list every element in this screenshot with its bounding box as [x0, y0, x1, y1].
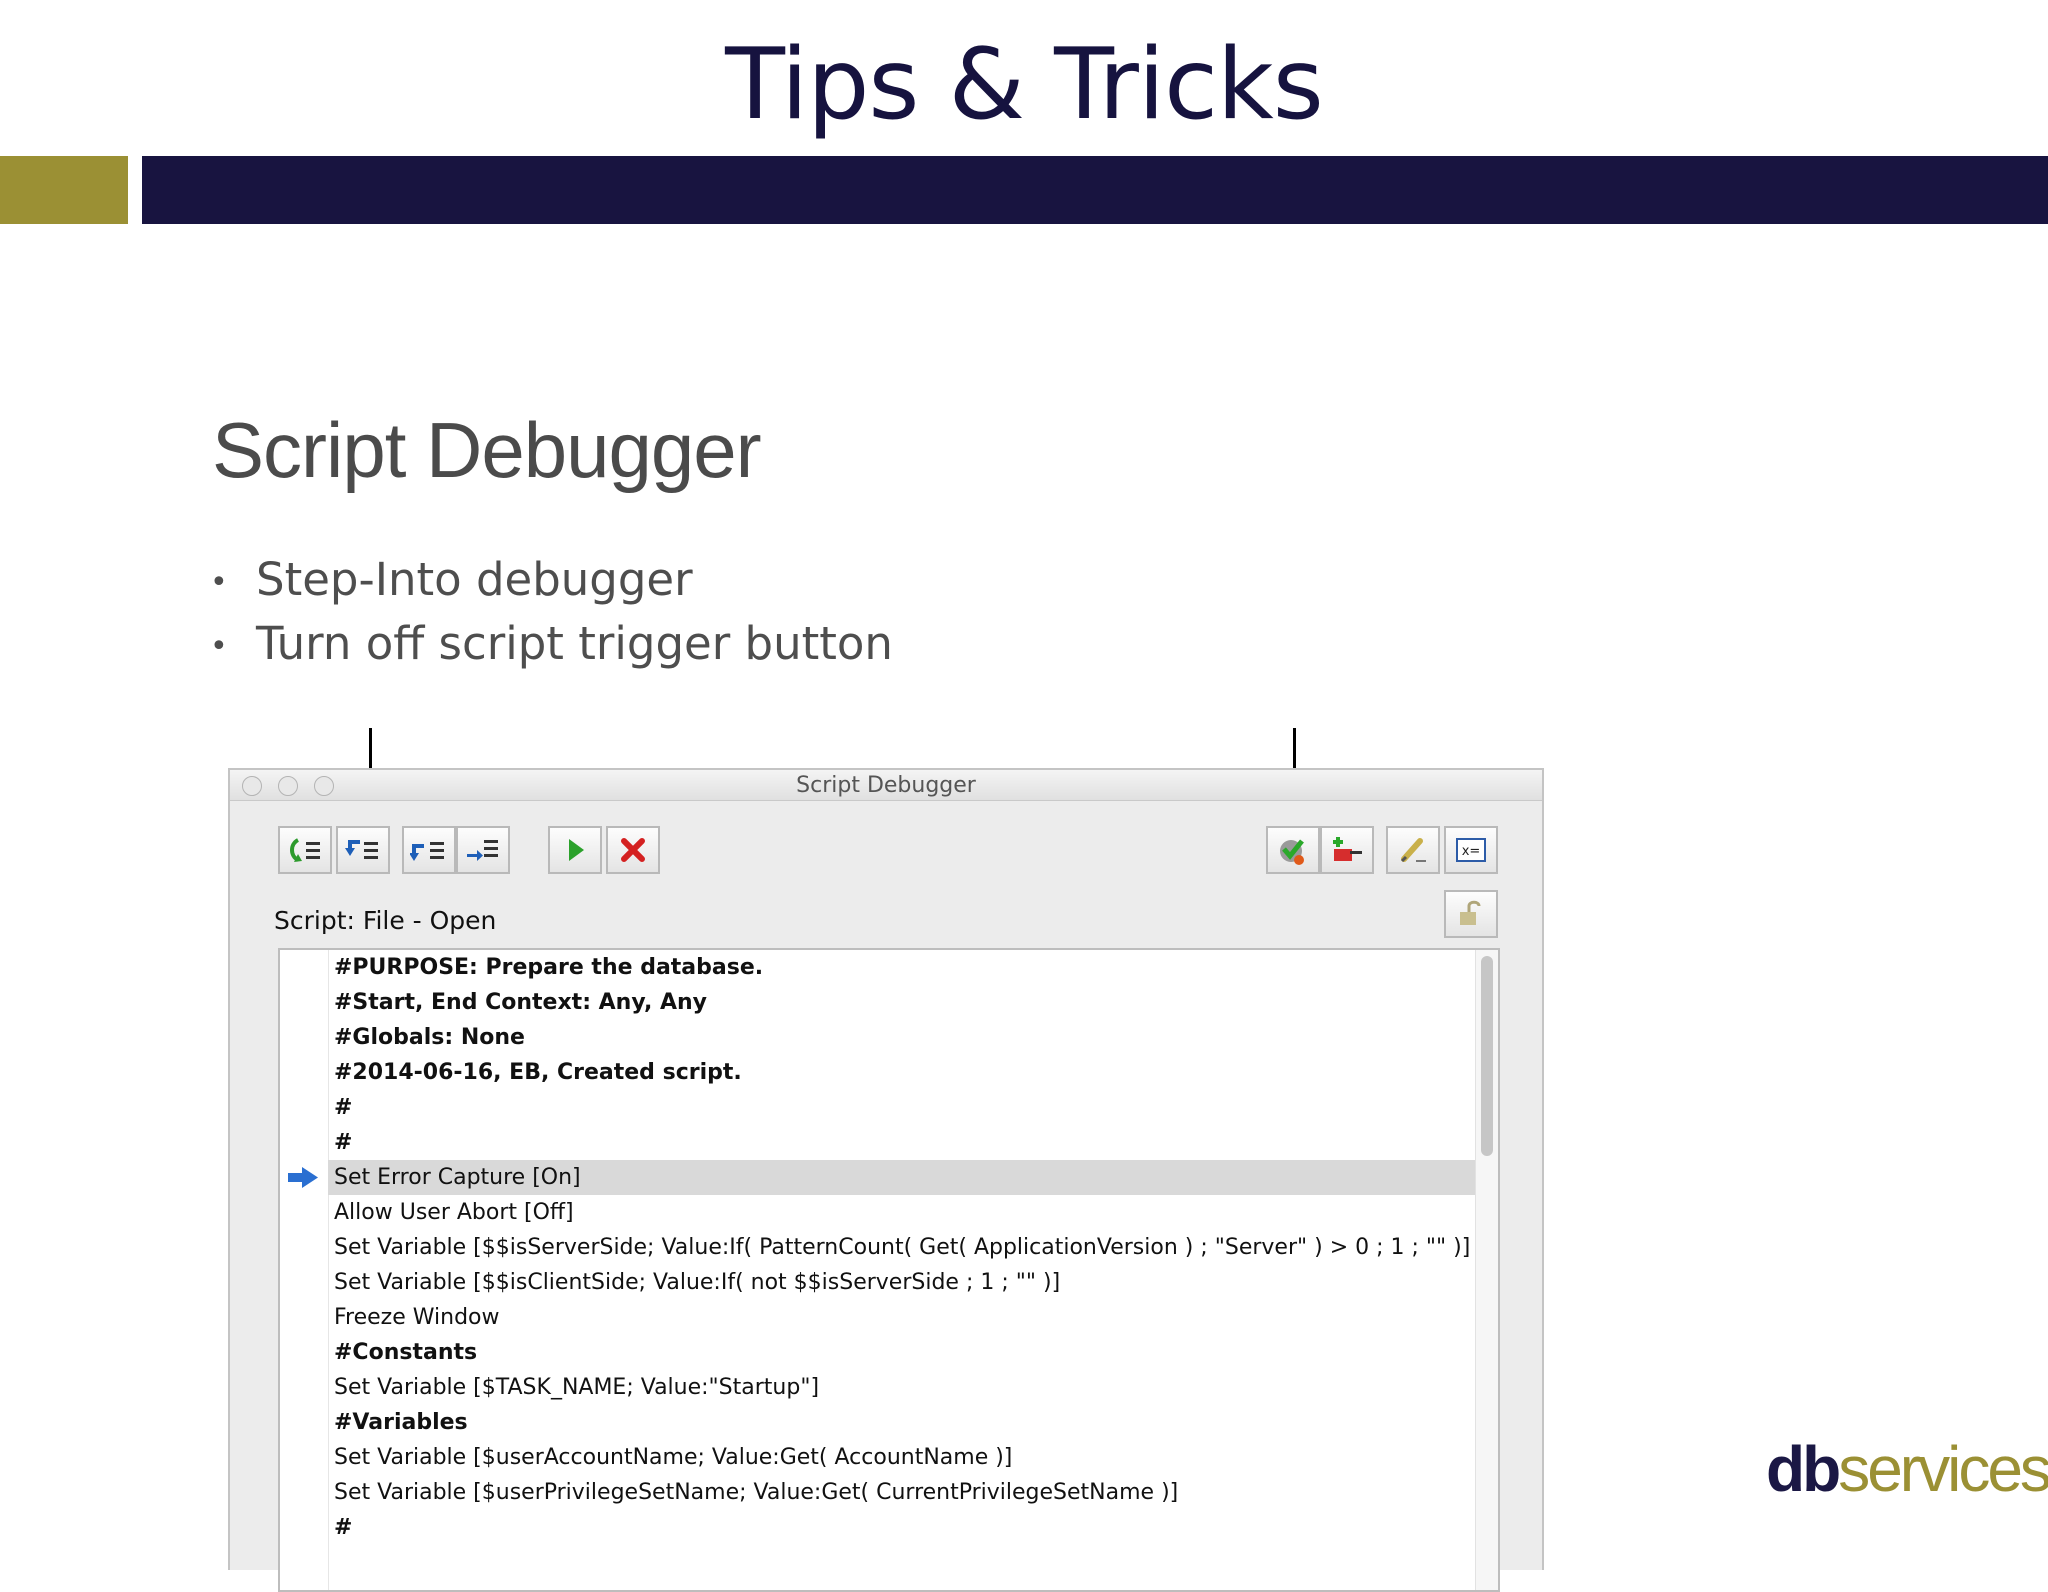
- lock-icon: [1460, 900, 1481, 925]
- script-step[interactable]: Allow User Abort [Off]: [328, 1195, 1486, 1230]
- bullet-item: • Step-Into debugger: [210, 548, 893, 612]
- script-step[interactable]: #: [328, 1510, 1486, 1545]
- script-step[interactable]: #: [328, 1090, 1486, 1125]
- data-viewer-icon: x=: [1456, 838, 1486, 862]
- script-step[interactable]: Set Variable [$TASK_NAME; Value:"Startup…: [328, 1370, 1486, 1405]
- script-step[interactable]: #Globals: None: [328, 1020, 1486, 1055]
- run-button[interactable]: [548, 826, 602, 874]
- logo-db: db: [1766, 1433, 1841, 1505]
- script-step[interactable]: #Variables: [328, 1405, 1486, 1440]
- step-out-button[interactable]: [278, 826, 332, 874]
- script-rows: #PURPOSE: Prepare the database. #Start, …: [328, 950, 1486, 1545]
- edit-script-icon: [1400, 838, 1426, 863]
- script-step[interactable]: #PURPOSE: Prepare the database.: [328, 950, 1486, 985]
- bullet-dot: •: [210, 629, 228, 664]
- halt-button[interactable]: [606, 826, 660, 874]
- bullet-text: Turn off script trigger button: [256, 617, 893, 670]
- script-step[interactable]: #Constants: [328, 1335, 1486, 1370]
- disable-script-triggers-button[interactable]: [1320, 826, 1374, 874]
- script-steps-list[interactable]: #PURPOSE: Prepare the database. #Start, …: [278, 948, 1500, 1592]
- set-next-step-icon: [467, 840, 498, 861]
- lock-button[interactable]: [1444, 890, 1498, 938]
- pause-on-error-button[interactable]: [1266, 826, 1320, 874]
- scrollbar-thumb[interactable]: [1481, 956, 1493, 1156]
- set-next-step-button[interactable]: [456, 826, 510, 874]
- logo-services: services: [1838, 1433, 2048, 1505]
- bullet-list: • Step-Into debugger • Turn off script tri…: [210, 548, 893, 676]
- breakpoint-gutter[interactable]: [280, 950, 329, 1590]
- navy-header-bar: [142, 156, 2048, 224]
- halt-icon: [621, 838, 645, 862]
- dbservices-logo: dbservices: [1766, 1432, 2048, 1506]
- gold-accent-bar: [0, 156, 128, 224]
- script-debugger-window: Script Debugger x= Script: File - Open #…: [228, 768, 1544, 1592]
- step-into-icon: [345, 840, 378, 859]
- current-step-arrow-icon: [288, 1167, 318, 1188]
- edit-script-button[interactable]: [1386, 826, 1440, 874]
- bullet-dot: •: [210, 565, 228, 600]
- window-title: Script Debugger: [796, 773, 976, 798]
- script-step[interactable]: Set Variable [$userPrivilegeSetName; Val…: [328, 1475, 1486, 1510]
- pause-on-error-icon: [1280, 839, 1304, 865]
- step-out-icon: [290, 838, 320, 862]
- step-over-icon: [410, 842, 444, 861]
- step-over-button[interactable]: [402, 826, 456, 874]
- window-titlebar: Script Debugger: [230, 770, 1542, 801]
- script-step-current[interactable]: Set Error Capture [On]: [328, 1160, 1486, 1195]
- disable-script-triggers-icon: [1333, 837, 1362, 861]
- script-step[interactable]: Set Variable [$$isServerSide; Value:If( …: [328, 1230, 1486, 1265]
- slide-subtitle: Script Debugger: [212, 406, 762, 494]
- bullet-text: Step-Into debugger: [256, 553, 693, 606]
- script-step[interactable]: #: [328, 1125, 1486, 1160]
- script-step[interactable]: #2014-06-16, EB, Created script.: [328, 1055, 1486, 1090]
- script-step[interactable]: Set Variable [$userAccountName; Value:Ge…: [328, 1440, 1486, 1475]
- script-step[interactable]: Set Variable [$$isClientSide; Value:If( …: [328, 1265, 1486, 1300]
- slide-title: Tips & Tricks: [725, 28, 1324, 142]
- script-step[interactable]: #Start, End Context: Any, Any: [328, 985, 1486, 1020]
- run-icon: [569, 839, 584, 861]
- svg-text:x=: x=: [1462, 844, 1481, 859]
- script-name-label: Script: File - Open: [274, 906, 497, 935]
- step-into-button[interactable]: [336, 826, 390, 874]
- bullet-item: • Turn off script trigger button: [210, 612, 893, 676]
- script-step[interactable]: Freeze Window: [328, 1300, 1486, 1335]
- vertical-scrollbar[interactable]: [1475, 950, 1498, 1590]
- data-viewer-button[interactable]: x=: [1444, 826, 1498, 874]
